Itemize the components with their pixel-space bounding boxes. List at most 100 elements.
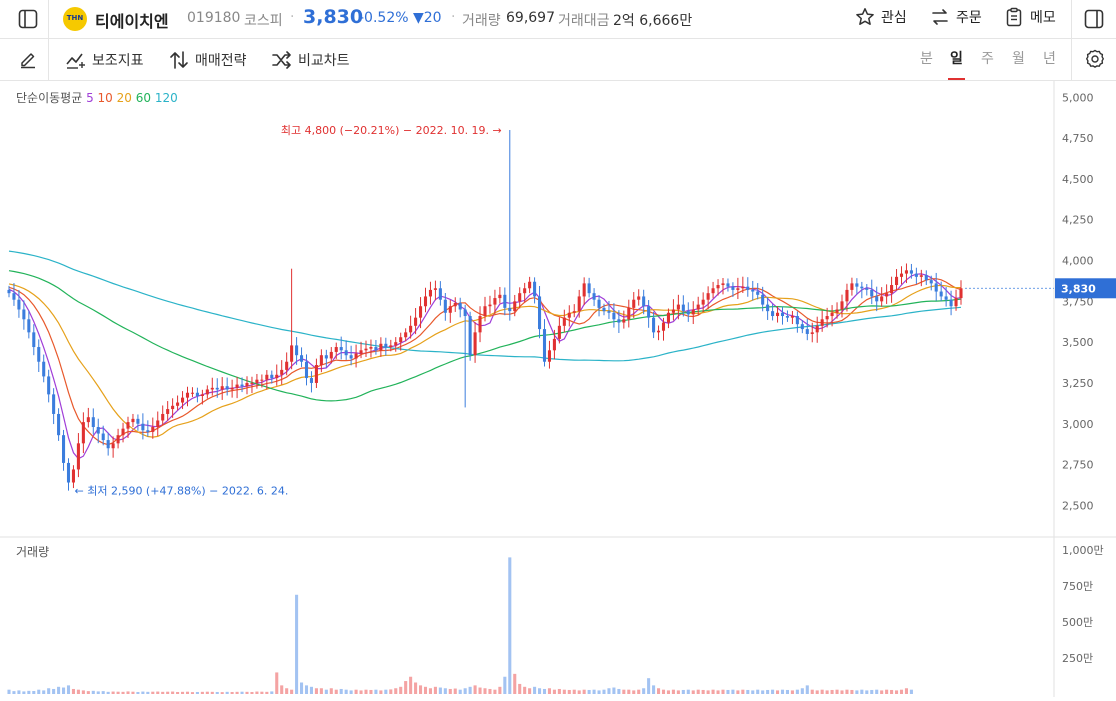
candle-body: [602, 307, 606, 312]
candle-body: [642, 296, 646, 307]
volume-bar: [275, 672, 279, 694]
volume-bar: [483, 688, 487, 694]
stock-logo: THN: [63, 7, 87, 31]
volume-bar: [661, 689, 666, 694]
volume-bar: [7, 689, 11, 694]
volume-bar: [602, 689, 606, 694]
volume-bar: [17, 690, 21, 694]
ma-legend-item-60: 60: [131, 91, 151, 105]
candle-body: [835, 309, 839, 313]
period-minute[interactable]: 분: [920, 39, 933, 80]
volume-bar: [542, 688, 547, 694]
settings-gear-icon[interactable]: [1085, 49, 1105, 69]
watch-button[interactable]: 관심: [855, 7, 907, 27]
candle-body: [666, 312, 670, 323]
memo-button[interactable]: 메모: [1004, 7, 1056, 27]
indicators-label: 보조지표: [92, 52, 144, 69]
candle-body: [795, 316, 799, 325]
volume-bar: [637, 689, 641, 694]
volume-bar: [731, 689, 735, 694]
volume-bar: [190, 692, 194, 694]
price-tick-label: 4,000: [1062, 255, 1094, 268]
volume-bar: [166, 691, 170, 694]
volume-bar: [86, 691, 90, 694]
chart-area[interactable]: 5,000 4,750 4,500 4,250 4,000 3,750 3,500 3,250…: [0, 81, 1116, 697]
volume-bar: [478, 687, 482, 694]
candle-body: [433, 288, 437, 290]
candle-body: [394, 342, 398, 346]
volume-bar: [12, 691, 16, 694]
period-day[interactable]: 일: [948, 39, 965, 80]
volume-panel-title: 거래량: [16, 545, 50, 559]
candle-body: [592, 293, 596, 300]
volume-bar: [121, 691, 125, 694]
volume-bar: [513, 673, 517, 694]
candle-body: [121, 428, 125, 436]
candle-body: [493, 298, 497, 305]
volume-bar: [627, 689, 631, 694]
volume-bar: [468, 686, 472, 694]
ma-legend-item-5: 5: [86, 91, 94, 105]
candle-body: [612, 312, 616, 320]
candle-body: [647, 306, 651, 318]
candle-body: [265, 374, 269, 380]
candle-body: [151, 427, 155, 432]
volume-bar: [334, 689, 338, 694]
candle-body: [116, 435, 120, 444]
top-bar: THN 티에이치엔 019180 코스피 · 3,830 -0.52% ▼20 …: [0, 0, 1116, 39]
compare-button[interactable]: 비교차트: [272, 39, 350, 80]
volume-bar: [686, 689, 690, 694]
volume-bar: [47, 688, 51, 694]
volume-bar: [800, 688, 804, 694]
candle-body: [805, 329, 809, 334]
period-month[interactable]: 월: [1012, 39, 1025, 80]
volume-bar: [681, 689, 685, 694]
volume-bar: [161, 691, 165, 694]
candle-body: [260, 379, 264, 381]
volume-bar: [364, 689, 368, 694]
candle-body: [329, 351, 333, 359]
volume-bar: [210, 691, 214, 694]
volume-bar: [443, 688, 447, 694]
ma-legend: 단순이동평균 5 10 20 60 120: [16, 89, 178, 106]
candle-body: [577, 296, 581, 312]
price-chart-svg[interactable]: 5,0004,7504,5004,2504,0003,7503,5003,250…: [0, 81, 1116, 697]
order-button[interactable]: 주문: [930, 7, 982, 27]
pen-icon[interactable]: [18, 49, 38, 69]
volume-bar: [572, 689, 576, 694]
candle-body: [741, 286, 745, 289]
candle-body: [161, 413, 165, 421]
ma-legend-item-120: 120: [151, 91, 178, 105]
indicators-button[interactable]: 보조지표: [66, 39, 144, 80]
volume-bar: [691, 690, 695, 694]
candle-body: [91, 417, 95, 428]
period-year[interactable]: 년: [1043, 39, 1056, 80]
side-panel-icon[interactable]: [1084, 9, 1104, 29]
volume-bar: [845, 689, 849, 694]
candle-body: [776, 312, 780, 317]
volume-bar: [423, 686, 428, 694]
candle-body: [37, 347, 41, 362]
volume-bar: [622, 689, 626, 694]
candle-body: [250, 382, 254, 384]
sidebar-toggle-icon[interactable]: [18, 9, 38, 29]
candle-body: [885, 293, 889, 297]
volume-bar: [52, 688, 56, 694]
current-price: 3,830: [303, 6, 364, 28]
volume-bar: [711, 689, 715, 694]
strategy-label: 매매전략: [195, 52, 247, 69]
chart-toolbar: 보조지표 매매전략 비교차트 분 일 주 월 년: [0, 39, 1116, 81]
volume-bar: [428, 688, 432, 694]
volume-bar: [909, 689, 913, 694]
candle-body: [661, 322, 666, 331]
candle-body: [389, 345, 393, 348]
stock-name[interactable]: 티에이치엔: [95, 8, 169, 32]
strategy-button[interactable]: 매매전략: [169, 39, 247, 80]
candle-body: [949, 299, 953, 307]
candle-body: [572, 311, 576, 313]
period-week[interactable]: 주: [981, 39, 994, 80]
volume-bar: [885, 689, 889, 694]
candle-body: [587, 283, 591, 294]
volume-bar: [32, 690, 36, 694]
volume-bar: [76, 689, 80, 694]
